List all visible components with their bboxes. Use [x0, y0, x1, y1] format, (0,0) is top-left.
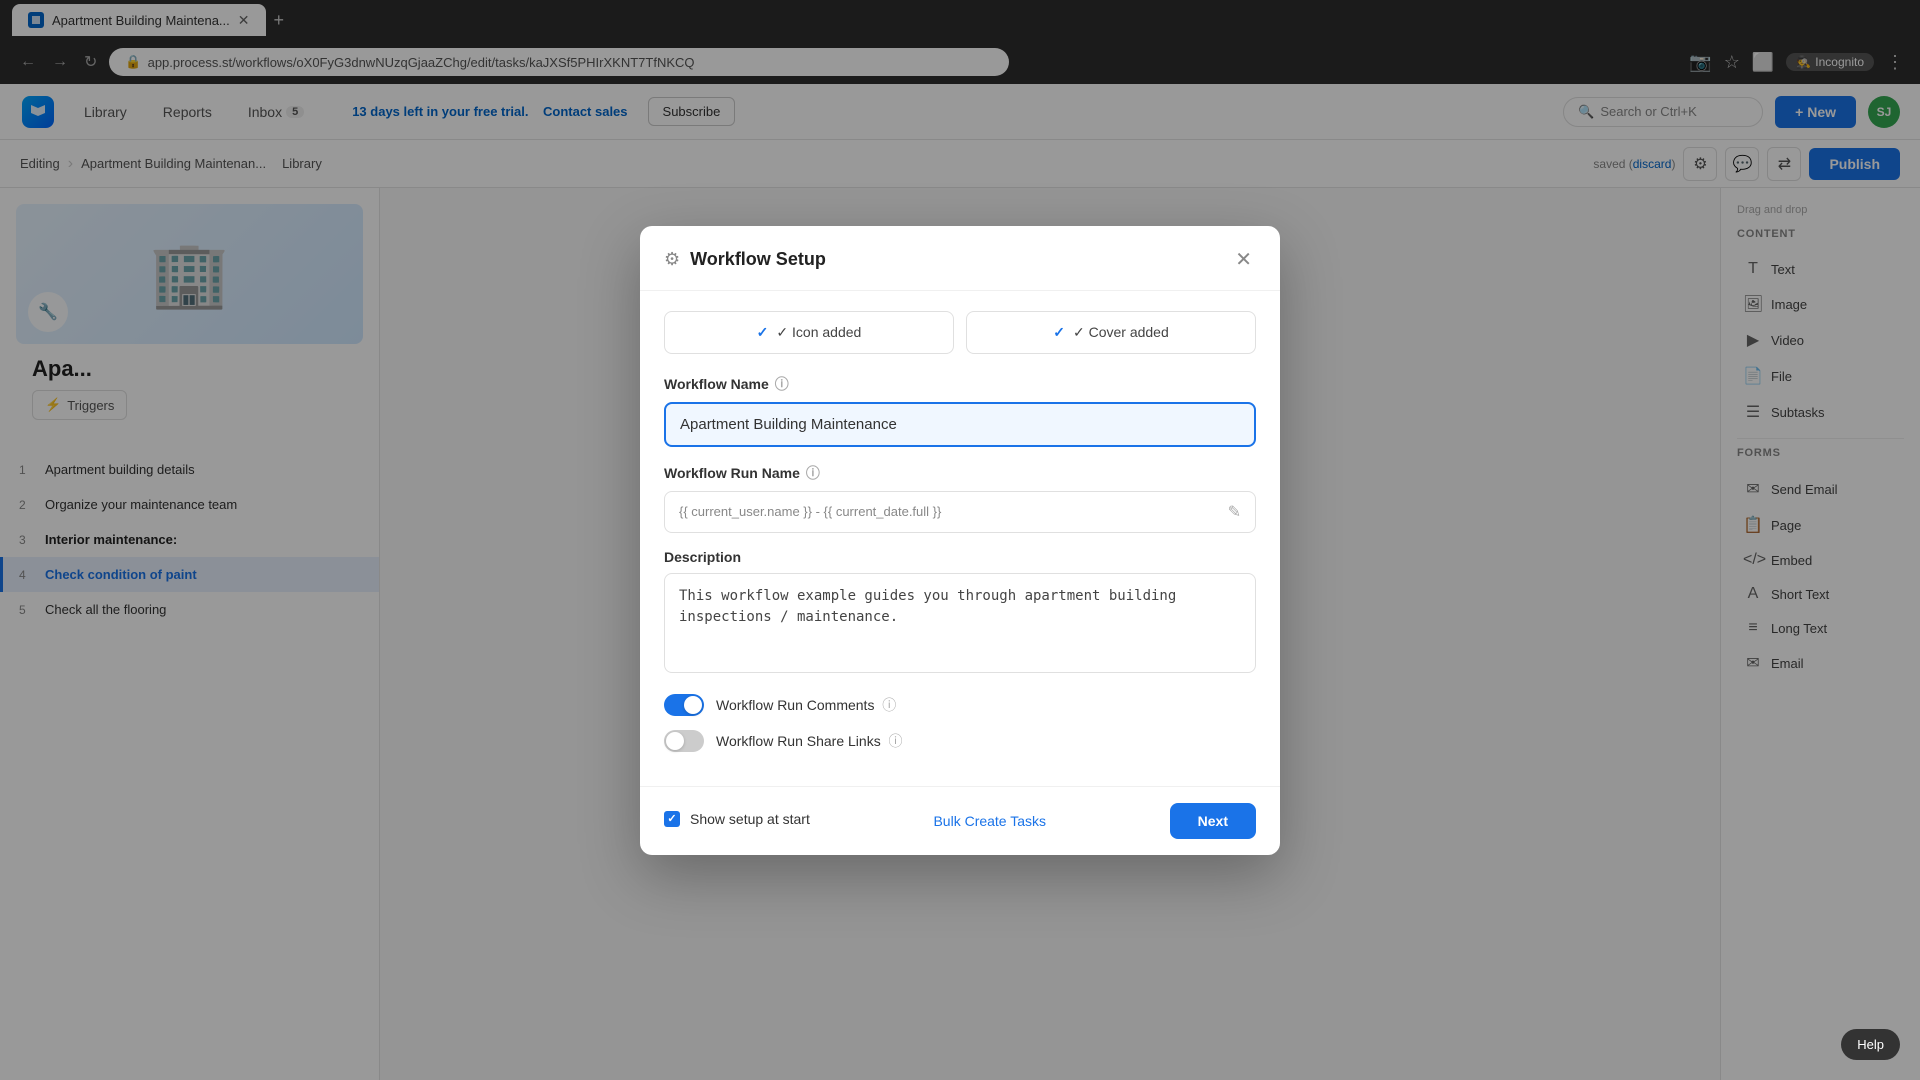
run-name-info-icon[interactable]: ⓘ — [806, 463, 820, 483]
modal-gear-icon: ⚙ — [664, 249, 680, 270]
checkbox-check-icon: ✓ — [667, 812, 676, 825]
modal-overlay[interactable]: ⚙ Workflow Setup ✕ ✓ ✓ Icon added ✓ ✓ Co… — [0, 0, 1920, 1080]
workflow-name-info-icon[interactable]: ⓘ — [775, 374, 789, 394]
modal-footer: ✓ Show setup at start Bulk Create Tasks … — [640, 786, 1280, 855]
workflow-run-comments-label: Workflow Run Comments ⓘ — [716, 695, 896, 715]
show-setup-label: Show setup at start — [690, 811, 810, 827]
run-name-edit-icon[interactable]: ✎ — [1228, 502, 1241, 522]
run-name-value: {{ current_user.name }} - {{ current_dat… — [679, 504, 1228, 519]
check-icon: ✓ — [757, 324, 769, 341]
workflow-run-share-label: Workflow Run Share Links ⓘ — [716, 731, 902, 751]
modal-body: ✓ ✓ Icon added ✓ ✓ Cover added Workflow … — [640, 291, 1280, 786]
workflow-name-input[interactable] — [664, 402, 1256, 447]
next-button[interactable]: Next — [1170, 803, 1256, 839]
workflow-run-comments-toggle[interactable] — [664, 694, 704, 716]
comments-info-icon[interactable]: ⓘ — [878, 697, 896, 713]
share-info-icon[interactable]: ⓘ — [885, 733, 903, 749]
icon-added-button[interactable]: ✓ ✓ Icon added — [664, 311, 954, 354]
toggle-knob-share — [666, 732, 684, 750]
workflow-run-share-row: Workflow Run Share Links ⓘ — [664, 730, 1256, 752]
modal-title: Workflow Setup — [690, 249, 1221, 270]
help-button[interactable]: Help — [1841, 1029, 1900, 1060]
description-label: Description — [664, 549, 1256, 565]
modal-close-button[interactable]: ✕ — [1231, 246, 1256, 274]
run-name-label: Workflow Run Name ⓘ — [664, 463, 1256, 483]
run-name-field[interactable]: {{ current_user.name }} - {{ current_dat… — [664, 491, 1256, 533]
workflow-run-comments-row: Workflow Run Comments ⓘ — [664, 694, 1256, 716]
workflow-run-share-toggle[interactable] — [664, 730, 704, 752]
toggle-knob — [684, 696, 702, 714]
check-icon-cover: ✓ — [1053, 324, 1065, 341]
workflow-setup-modal: ⚙ Workflow Setup ✕ ✓ ✓ Icon added ✓ ✓ Co… — [640, 226, 1280, 855]
bulk-create-button[interactable]: Bulk Create Tasks — [933, 813, 1046, 829]
cover-added-button[interactable]: ✓ ✓ Cover added — [966, 311, 1256, 354]
icon-cover-row: ✓ ✓ Icon added ✓ ✓ Cover added — [664, 311, 1256, 354]
modal-header: ⚙ Workflow Setup ✕ — [640, 226, 1280, 291]
description-textarea[interactable]: This workflow example guides you through… — [664, 573, 1256, 673]
show-setup-checkbox[interactable]: ✓ — [664, 811, 680, 827]
show-setup-row: ✓ Show setup at start — [664, 811, 810, 827]
workflow-name-label: Workflow Name ⓘ — [664, 374, 1256, 394]
